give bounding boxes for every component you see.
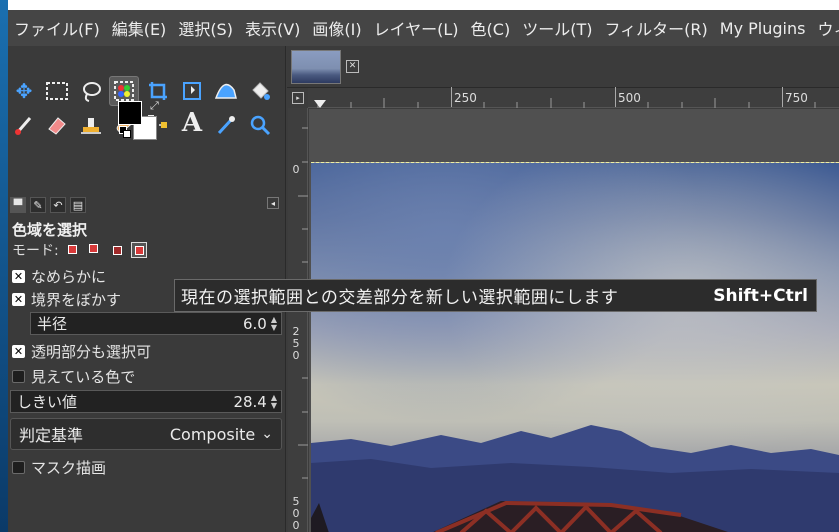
dock-tabs: ▀ ✎ ↶ ▤ — [8, 195, 278, 215]
bucket-fill-icon — [252, 82, 270, 100]
desktop-edge — [0, 0, 8, 532]
dock-menu-icon[interactable]: ◂ — [267, 197, 279, 209]
mode-subtract-icon[interactable] — [109, 242, 125, 258]
feather-checkbox[interactable]: ✕ — [12, 292, 25, 306]
menu-windows[interactable]: ウィンドウ(W) — [811, 16, 839, 40]
threshold-value[interactable]: 28.4 — [233, 393, 266, 411]
antialias-label: なめらかに — [31, 267, 107, 286]
zoom-tool-icon[interactable] — [245, 110, 275, 140]
lasso-icon — [83, 82, 101, 102]
brushes-tab-icon[interactable]: ✎ — [30, 197, 46, 213]
tooltip-shortcut: Shift+Ctrl — [713, 285, 808, 306]
criterion-label: 判定基準 — [19, 426, 84, 445]
menu-my-plugins[interactable]: My Plugins — [714, 19, 812, 38]
mode-intersect-icon[interactable] — [130, 242, 147, 258]
menu-edit[interactable]: 編集(E) — [106, 16, 173, 40]
draw-mask-checkbox[interactable] — [12, 460, 25, 474]
move-tool-icon[interactable]: ✥ — [9, 76, 39, 106]
paintbrush-icon — [15, 117, 32, 135]
unified-transform-icon — [183, 82, 201, 100]
menu-view[interactable]: 表示(V) — [239, 16, 306, 40]
close-icon[interactable]: ✕ — [346, 60, 359, 73]
antialias-option[interactable]: ✕ なめらかに — [12, 266, 106, 286]
criterion-select[interactable]: 判定基準 Composite ⌄ — [10, 418, 282, 450]
image-thumbnail[interactable] — [291, 50, 341, 84]
rect-select-icon — [46, 82, 68, 100]
menu-tools[interactable]: ツール(T) — [516, 16, 598, 40]
bucket-fill-tool-icon[interactable] — [245, 76, 275, 106]
sample-merged-option[interactable]: 見えている色で — [12, 366, 135, 386]
criterion-value: Composite — [169, 424, 256, 444]
horizontal-ruler: 250 500 750 — [308, 87, 839, 108]
tooltip-message: 現在の選択範囲との交差部分を新しい選択範囲にします — [181, 288, 619, 308]
clone-tool-icon[interactable] — [76, 110, 106, 140]
window-top-edge — [8, 0, 839, 10]
feather-option[interactable]: ✕ 境界をぼかす — [12, 289, 121, 309]
sample-merged-checkbox[interactable] — [12, 369, 25, 383]
free-select-tool-icon[interactable] — [76, 76, 106, 106]
color-picker-tool-icon[interactable] — [211, 110, 241, 140]
transform-tool-icon[interactable] — [177, 76, 207, 106]
swap-colors-icon[interactable]: ⤢ — [150, 99, 159, 113]
menu-layer[interactable]: レイヤー(L) — [368, 16, 465, 40]
vruler-ticks — [298, 127, 308, 479]
mode-replace-icon[interactable] — [65, 242, 81, 258]
mode-row: モード: — [12, 240, 147, 260]
menu-colors[interactable]: 色(C) — [465, 16, 517, 40]
rect-select-tool-icon[interactable] — [42, 76, 72, 106]
paintbrush-tool-icon[interactable] — [9, 110, 39, 140]
threshold-label: しきい値 — [17, 393, 78, 411]
threshold-spinner[interactable]: しきい値 28.4 ▲ ▼ — [10, 390, 282, 413]
tool-options-title: 色域を選択 — [12, 221, 88, 239]
draw-mask-label: マスク描画 — [31, 458, 107, 477]
antialias-checkbox[interactable]: ✕ — [12, 269, 25, 283]
text-tool-icon[interactable]: A — [177, 108, 207, 138]
chevron-down-icon: ⌄ — [261, 426, 273, 442]
menu-select[interactable]: 選択(S) — [172, 16, 239, 40]
ruler-ticks — [317, 98, 816, 108]
eraser-tool-icon[interactable] — [42, 110, 72, 140]
default-colors-icon[interactable] — [119, 126, 131, 138]
clone-stamp-icon — [81, 118, 101, 134]
menubar: ファイル(F) 編集(E) 選択(S) 表示(V) 画像(I) レイヤー(L) … — [8, 10, 839, 46]
menu-image[interactable]: 画像(I) — [306, 16, 367, 40]
images-tab-icon[interactable]: ▤ — [70, 197, 86, 213]
radius-spinner[interactable]: 半径 6.0 ▲ ▼ — [30, 312, 282, 335]
select-transparent-label: 透明部分も選択可 — [31, 342, 152, 361]
undo-history-tab-icon[interactable]: ↶ — [50, 197, 66, 213]
menu-file[interactable]: ファイル(F) — [8, 16, 106, 40]
mode-add-icon[interactable] — [87, 242, 103, 258]
menu-filters[interactable]: フィルター(R) — [598, 16, 713, 40]
foreground-color-swatch[interactable] — [118, 101, 142, 125]
image-canvas[interactable] — [311, 162, 839, 532]
vertical-ruler: 0 2 5 0 5 0 0 — [288, 108, 308, 532]
radius-arrows-icon[interactable]: ▲ ▼ — [271, 315, 277, 332]
sample-merged-label: 見えている色で — [31, 367, 136, 386]
feather-label: 境界をぼかす — [31, 290, 122, 309]
eraser-icon — [48, 117, 66, 135]
warp-tool-icon[interactable] — [211, 76, 241, 106]
tool-options-tab-icon[interactable]: ▀ — [10, 197, 26, 213]
pointer-marker-icon — [314, 100, 326, 108]
eyedropper-icon — [217, 116, 235, 135]
magnifier-icon — [250, 115, 271, 136]
quick-mask-toggle-icon[interactable]: ▸ — [292, 92, 304, 104]
threshold-arrows-icon[interactable]: ▲ ▼ — [271, 393, 277, 410]
select-transparent-checkbox[interactable]: ✕ — [12, 344, 25, 358]
warp-transform-icon — [214, 83, 237, 99]
radius-value[interactable]: 6.0 — [243, 315, 267, 333]
landscape-photo — [311, 163, 839, 532]
mode-tooltip: 現在の選択範囲との交差部分を新しい選択範囲にします Shift+Ctrl — [174, 279, 817, 312]
mode-label: モード: — [12, 243, 59, 259]
select-transparent-option[interactable]: ✕ 透明部分も選択可 — [12, 341, 151, 361]
image-tab-bar: ✕ — [287, 46, 839, 88]
radius-label: 半径 — [37, 315, 68, 333]
draw-mask-option[interactable]: マスク描画 — [12, 457, 106, 477]
select-by-color-icon — [114, 81, 134, 101]
